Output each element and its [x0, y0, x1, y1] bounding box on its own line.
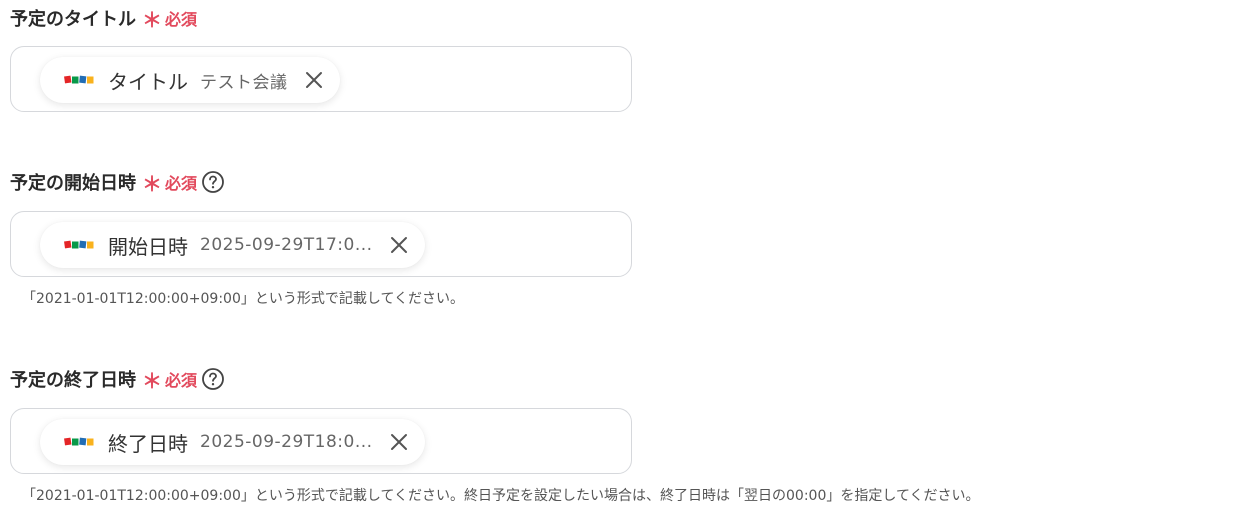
- chip-variable-value: テスト会議: [200, 72, 288, 93]
- field-event-start: 予定の開始日時 ＊ 必須 開始日時 2025-09-29T17:0... 「20…: [10, 168, 1230, 307]
- required-badge: 必須: [165, 371, 198, 390]
- chip-variable-name: タイトル: [108, 69, 188, 94]
- start-datetime-input[interactable]: 開始日時 2025-09-29T17:0...: [10, 211, 632, 277]
- field-label-text: 予定の開始日時: [10, 173, 136, 194]
- field-label-text: 予定の終了日時: [10, 370, 136, 391]
- required-asterisk: ＊: [142, 8, 162, 32]
- close-icon[interactable]: [387, 233, 411, 257]
- chip-variable-value: 2025-09-29T17:0...: [200, 235, 373, 255]
- required-asterisk: ＊: [142, 172, 162, 196]
- chip-variable-name: 開始日時: [108, 234, 188, 259]
- field-label-text: 予定のタイトル: [10, 9, 136, 30]
- close-icon[interactable]: [387, 430, 411, 454]
- field-event-title: 予定のタイトル ＊ 必須 タイトル テスト会議: [10, 4, 1230, 112]
- chip-variable-value: 2025-09-29T18:0...: [200, 432, 373, 452]
- field-label: 予定の終了日時 ＊ 必須: [10, 365, 1230, 393]
- variable-chip-end[interactable]: 終了日時 2025-09-29T18:0...: [40, 419, 425, 465]
- field-label: 予定の開始日時 ＊ 必須: [10, 168, 1230, 196]
- title-input[interactable]: タイトル テスト会議: [10, 46, 632, 112]
- help-icon[interactable]: [201, 170, 225, 194]
- chip-variable-name: 終了日時: [108, 431, 188, 456]
- variable-chip-title[interactable]: タイトル テスト会議: [40, 57, 340, 103]
- end-datetime-input[interactable]: 終了日時 2025-09-29T18:0...: [10, 408, 632, 474]
- field-hint: 「2021-01-01T12:00:00+09:00」という形式で記載してくださ…: [22, 488, 980, 504]
- field-event-end: 予定の終了日時 ＊ 必須 終了日時 2025-09-29T18:0... 「20…: [10, 365, 1230, 504]
- zoho-logo-icon: [64, 74, 94, 86]
- help-icon[interactable]: [201, 367, 225, 391]
- required-asterisk: ＊: [142, 369, 162, 393]
- field-label: 予定のタイトル ＊ 必須: [10, 4, 1230, 32]
- field-hint: 「2021-01-01T12:00:00+09:00」という形式で記載してくださ…: [22, 291, 465, 307]
- zoho-logo-icon: [64, 239, 94, 251]
- close-icon[interactable]: [302, 68, 326, 92]
- zoho-logo-icon: [64, 436, 94, 448]
- required-badge: 必須: [165, 174, 198, 193]
- variable-chip-start[interactable]: 開始日時 2025-09-29T17:0...: [40, 222, 425, 268]
- required-badge: 必須: [165, 10, 198, 29]
